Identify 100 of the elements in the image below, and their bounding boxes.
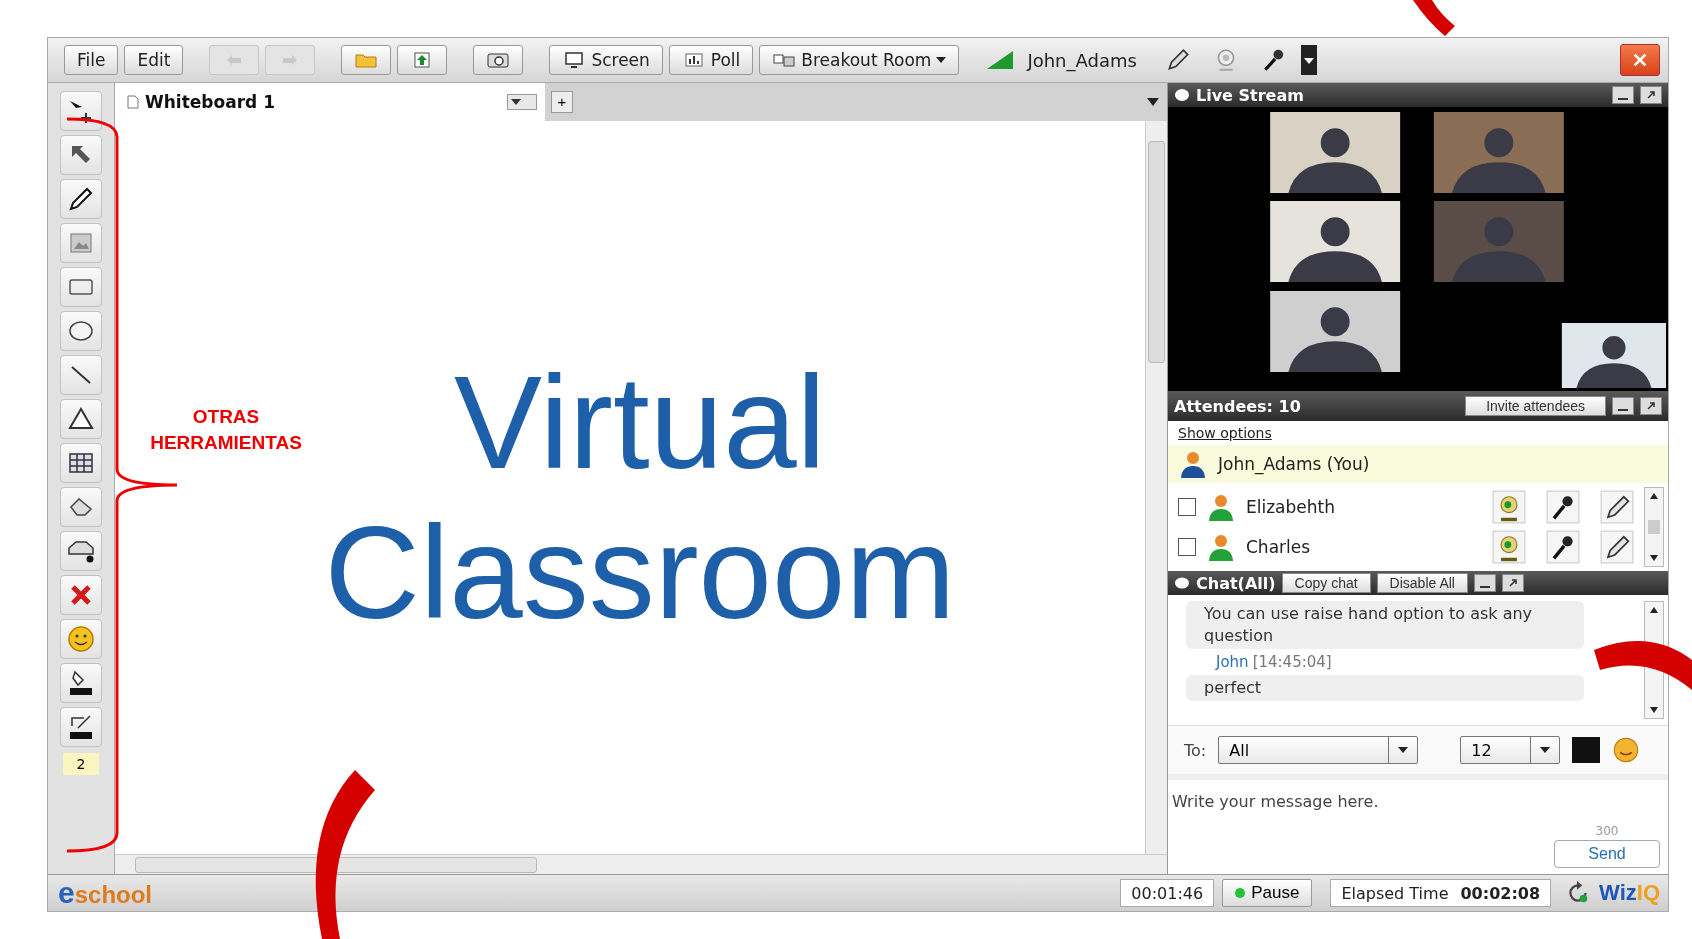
menu-button[interactable]: File xyxy=(64,45,119,75)
scrollbar[interactable] xyxy=(1644,487,1664,567)
smiley-icon xyxy=(66,624,96,654)
disable-all-button[interactable]: Disable All xyxy=(1376,573,1468,593)
page-number: 2 xyxy=(63,753,99,775)
camera-button[interactable] xyxy=(473,45,524,75)
pause-button[interactable]: Pause xyxy=(1222,879,1313,907)
down-arrow-icon[interactable] xyxy=(1649,554,1659,562)
stamp-tool[interactable] xyxy=(60,531,102,571)
brand-logo: WizIQ xyxy=(1599,880,1660,906)
annotation-label: OTRAS HERRAMIENTAS xyxy=(149,405,303,455)
up-arrow-icon[interactable] xyxy=(1649,492,1659,500)
minimize-icon xyxy=(1480,586,1490,588)
document-icon xyxy=(127,95,139,109)
close-icon xyxy=(1631,51,1649,69)
smiley-icon[interactable] xyxy=(1612,736,1641,764)
caret-icon xyxy=(1398,747,1409,753)
add-tab-button[interactable]: + xyxy=(551,91,573,113)
microphone-icon[interactable] xyxy=(1546,490,1580,524)
chat-bubble-icon xyxy=(1174,576,1190,590)
send-button[interactable]: Send xyxy=(1554,840,1660,868)
webcam-icon[interactable] xyxy=(1492,530,1526,564)
close-button[interactable] xyxy=(1620,44,1660,76)
font-color-swatch[interactable] xyxy=(1572,737,1601,763)
invite-button[interactable]: Invite attendees xyxy=(1465,396,1606,416)
table-tool[interactable] xyxy=(60,443,102,483)
panel-title: Chat(All) xyxy=(1196,573,1276,593)
rectangle-tool[interactable] xyxy=(60,267,102,307)
signal-icon xyxy=(985,49,1016,71)
pointer-add-tool[interactable] xyxy=(60,91,102,131)
character-counter: 300 xyxy=(1595,824,1619,838)
fill-tool[interactable] xyxy=(60,663,102,703)
camera-icon xyxy=(486,50,511,70)
minimize-button[interactable] xyxy=(1612,397,1634,415)
line-tool[interactable] xyxy=(60,355,102,395)
copy-chat-button[interactable]: Copy chat xyxy=(1281,573,1371,593)
tab-title: Whiteboard 1 xyxy=(145,92,276,112)
minimize-icon xyxy=(1618,98,1628,100)
expand-button[interactable] xyxy=(1640,86,1662,104)
panel-title: Attendees: 10 xyxy=(1174,396,1302,416)
whiteboard-text: Virtual xyxy=(454,347,826,498)
to-label: To: xyxy=(1184,740,1207,760)
tab-dropdown-icon[interactable] xyxy=(507,94,537,110)
upload-button[interactable] xyxy=(397,45,448,75)
chat-message: You can use raise hand option to ask any question xyxy=(1186,601,1584,649)
ellipse-tool[interactable] xyxy=(60,311,102,351)
checkbox[interactable] xyxy=(1178,498,1196,516)
pencil-tool[interactable] xyxy=(60,179,102,219)
whiteboard-tab[interactable]: Whiteboard 1 xyxy=(115,83,545,121)
user-icon xyxy=(1206,532,1236,562)
elapsed-time: 00:02:08 xyxy=(1460,883,1541,903)
user-icon xyxy=(1178,449,1208,479)
recipient-dropdown[interactable]: All xyxy=(1218,736,1419,764)
menu-button[interactable]: Edit xyxy=(124,45,184,75)
expand-button[interactable] xyxy=(1640,397,1662,415)
attendee-name: Charles xyxy=(1246,537,1311,557)
vertical-scrollbar[interactable] xyxy=(1145,121,1167,854)
elapsed-label: Elapsed Time xyxy=(1341,883,1449,903)
eraser-tool[interactable] xyxy=(60,487,102,527)
screen-button[interactable]: Screen xyxy=(549,45,663,75)
message-time: [14:45:04] xyxy=(1252,653,1332,671)
folder-button[interactable] xyxy=(341,45,392,75)
expand-icon xyxy=(1508,578,1518,588)
webcam-icon[interactable] xyxy=(1492,490,1526,524)
user-name: John_Adams xyxy=(1027,49,1137,71)
scrollbar-thumb[interactable] xyxy=(1648,520,1660,534)
pen-tool[interactable] xyxy=(60,707,102,747)
caret-icon xyxy=(936,57,947,63)
pen-icon[interactable] xyxy=(1600,530,1634,564)
poll-button[interactable]: Poll xyxy=(668,45,754,75)
pen-icon[interactable] xyxy=(1600,490,1634,524)
show-options-link[interactable]: Show options xyxy=(1168,421,1282,445)
microphone-icon[interactable] xyxy=(1546,530,1580,564)
timer: 00:01:46 xyxy=(1120,879,1215,907)
attendee-name: John_Adams (You) xyxy=(1218,454,1370,474)
down-arrow-icon[interactable] xyxy=(1649,706,1659,714)
logo: eschool xyxy=(58,876,153,910)
minimize-icon xyxy=(1618,409,1628,411)
delete-tool[interactable] xyxy=(60,575,102,615)
triangle-tool[interactable] xyxy=(60,399,102,439)
up-arrow-icon[interactable] xyxy=(1649,606,1659,614)
annotation-arc xyxy=(1413,0,1455,36)
arrow-tool[interactable] xyxy=(60,135,102,175)
expand-icon xyxy=(1646,90,1656,100)
attendee-name: Elizabehth xyxy=(1246,497,1335,517)
font-size-dropdown[interactable]: 12 xyxy=(1460,736,1561,764)
user-icon xyxy=(1206,492,1236,522)
minimize-button[interactable] xyxy=(1612,86,1634,104)
dropdown-icon[interactable] xyxy=(1300,45,1317,75)
checkbox[interactable] xyxy=(1178,538,1196,556)
chat-message: perfect xyxy=(1186,675,1584,701)
attendee-row[interactable]: John_Adams (You) xyxy=(1168,445,1668,483)
whiteboard-text: Classroom xyxy=(324,497,956,648)
breakout-button[interactable]: Breakout Room xyxy=(759,45,960,75)
stream-icon xyxy=(1174,88,1190,102)
sender-name: John xyxy=(1216,653,1249,671)
expand-icon xyxy=(1646,401,1656,411)
expand-button[interactable] xyxy=(1502,574,1524,592)
horizontal-scrollbar[interactable] xyxy=(115,854,1167,874)
minimize-button[interactable] xyxy=(1474,574,1496,592)
